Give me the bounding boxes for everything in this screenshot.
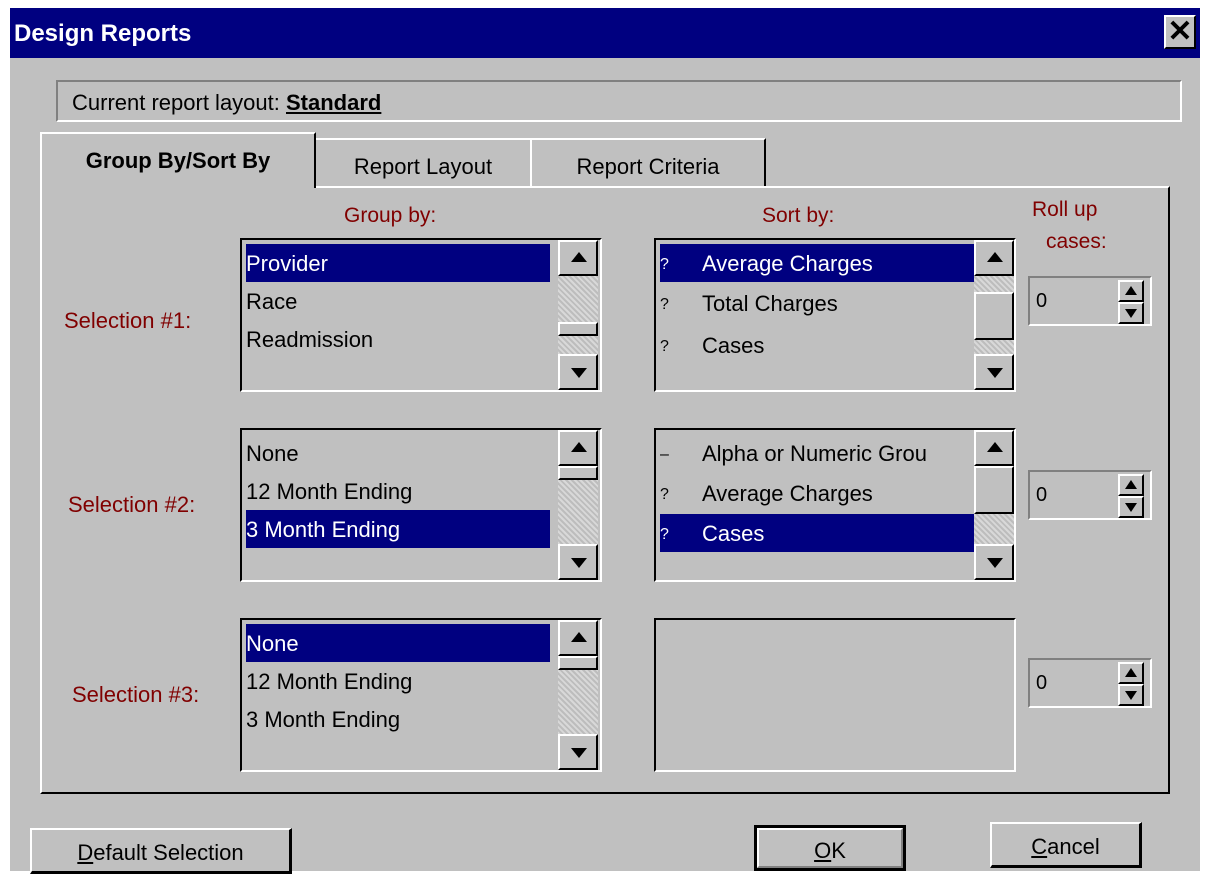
selection-3-label: Selection #3: — [72, 682, 200, 707]
current-layout-value: Standard — [286, 90, 382, 115]
roll-up-header-2: cases: — [1046, 230, 1107, 253]
sort-by-header: Sort by: — [762, 204, 835, 227]
list-item[interactable]: 3 Month Ending — [246, 510, 550, 548]
default-selection-button[interactable]: Default Selection — [30, 828, 292, 874]
sort-by-list-1[interactable]: ? Average Charges ? Total Charges ? Cases — [654, 238, 1016, 392]
scroll-down-button[interactable] — [558, 544, 598, 580]
list-item[interactable]: ? Cases — [660, 514, 976, 552]
sort-by-list-2[interactable]: – Alpha or Numeric Grou ? Average Charges … — [654, 428, 1016, 582]
list-item[interactable]: – Alpha or Numeric Grou — [660, 434, 976, 472]
scroll-up-button[interactable] — [558, 430, 598, 466]
close-icon: ✕ — [1167, 15, 1193, 48]
spin-down-button[interactable] — [1118, 684, 1144, 706]
arrow-up-icon — [1125, 668, 1137, 677]
scroll-thumb[interactable] — [974, 292, 1014, 340]
roll-up-header-1: Roll up — [1032, 198, 1098, 221]
scroll-down-button[interactable] — [558, 354, 598, 390]
scrollbar[interactable] — [558, 240, 598, 390]
arrow-down-icon — [571, 748, 587, 758]
list-item[interactable]: 3 Month Ending — [246, 700, 550, 738]
scrollbar[interactable] — [974, 430, 1014, 580]
roll-up-spinner-3[interactable]: 0 — [1028, 658, 1152, 708]
list-item[interactable]: None — [246, 434, 550, 472]
scroll-thumb[interactable] — [558, 656, 598, 670]
group-by-list-1[interactable]: Provider Race Readmission — [240, 238, 602, 392]
list-item[interactable]: Race — [246, 282, 550, 320]
spin-down-button[interactable] — [1118, 302, 1144, 324]
arrow-down-icon — [1125, 503, 1137, 512]
scroll-thumb[interactable] — [558, 322, 598, 336]
close-button[interactable]: ✕ — [1164, 15, 1196, 49]
arrow-up-icon — [1125, 480, 1137, 489]
scroll-thumb[interactable] — [558, 466, 598, 480]
spin-up-button[interactable] — [1118, 474, 1144, 496]
group-by-list-2[interactable]: None 12 Month Ending 3 Month Ending — [240, 428, 602, 582]
scroll-track[interactable] — [558, 276, 598, 354]
list-item[interactable]: ? Average Charges — [660, 244, 976, 282]
sort-by-list-3[interactable] — [654, 618, 1016, 772]
tab-group-by-sort-by[interactable]: Group By/Sort By — [40, 132, 316, 188]
list-item[interactable]: Readmission — [246, 320, 550, 358]
group-by-header: Group by: — [344, 204, 437, 227]
scroll-thumb[interactable] — [974, 466, 1014, 514]
spin-down-button[interactable] — [1118, 496, 1144, 518]
scroll-up-button[interactable] — [974, 240, 1014, 276]
arrow-down-icon — [987, 368, 1003, 378]
spin-up-button[interactable] — [1118, 280, 1144, 302]
arrow-down-icon — [571, 368, 587, 378]
spin-up-button[interactable] — [1118, 662, 1144, 684]
scroll-down-button[interactable] — [558, 734, 598, 770]
cancel-button[interactable]: Cancel — [990, 822, 1142, 868]
tab-report-criteria[interactable]: Report Criteria — [530, 138, 766, 188]
tab-report-layout[interactable]: Report Layout — [314, 138, 532, 188]
group-by-list-3[interactable]: None 12 Month Ending 3 Month Ending — [240, 618, 602, 772]
arrow-up-icon — [571, 252, 587, 262]
design-reports-dialog: Design Reports ✕ Current report layout: … — [10, 8, 1200, 874]
list-item[interactable]: Provider — [246, 244, 550, 282]
list-item[interactable]: ? Average Charges — [660, 474, 976, 512]
roll-up-spinner-2[interactable]: 0 — [1028, 470, 1152, 520]
ok-button[interactable]: OK — [754, 825, 906, 871]
arrow-up-icon — [571, 442, 587, 452]
title-bar[interactable]: Design Reports ✕ — [10, 8, 1200, 58]
group-sort-panel: Group by: Sort by: Roll up cases: Select… — [40, 186, 1170, 794]
roll-up-spinner-1[interactable]: 0 — [1028, 276, 1152, 326]
scrollbar[interactable] — [558, 430, 598, 580]
arrow-up-icon — [987, 252, 1003, 262]
scroll-up-button[interactable] — [974, 430, 1014, 466]
arrow-down-icon — [571, 558, 587, 568]
list-item[interactable]: ? Cases — [660, 326, 976, 364]
roll-up-value: 0 — [1036, 484, 1048, 506]
arrow-up-icon — [1125, 286, 1137, 295]
selection-2-label: Selection #2: — [68, 492, 196, 517]
arrow-down-icon — [1125, 309, 1137, 318]
dialog-title: Design Reports — [14, 20, 192, 47]
arrow-up-icon — [571, 632, 587, 642]
arrow-down-icon — [987, 558, 1003, 568]
scroll-up-button[interactable] — [558, 620, 598, 656]
arrow-down-icon — [1125, 691, 1137, 700]
list-item[interactable]: None — [246, 624, 550, 662]
selection-1-label: Selection #1: — [64, 308, 192, 333]
scrollbar[interactable] — [974, 240, 1014, 390]
list-item[interactable]: 12 Month Ending — [246, 472, 550, 510]
current-layout-box: Current report layout: Standard — [56, 80, 1182, 122]
list-item[interactable]: 12 Month Ending — [246, 662, 550, 700]
list-item[interactable]: ? Total Charges — [660, 284, 976, 322]
scroll-down-button[interactable] — [974, 354, 1014, 390]
scroll-up-button[interactable] — [558, 240, 598, 276]
roll-up-value: 0 — [1036, 672, 1048, 694]
arrow-up-icon — [987, 442, 1003, 452]
current-layout-label: Current report layout: — [72, 90, 280, 115]
scrollbar[interactable] — [558, 620, 598, 770]
scroll-down-button[interactable] — [974, 544, 1014, 580]
roll-up-value: 0 — [1036, 290, 1048, 312]
